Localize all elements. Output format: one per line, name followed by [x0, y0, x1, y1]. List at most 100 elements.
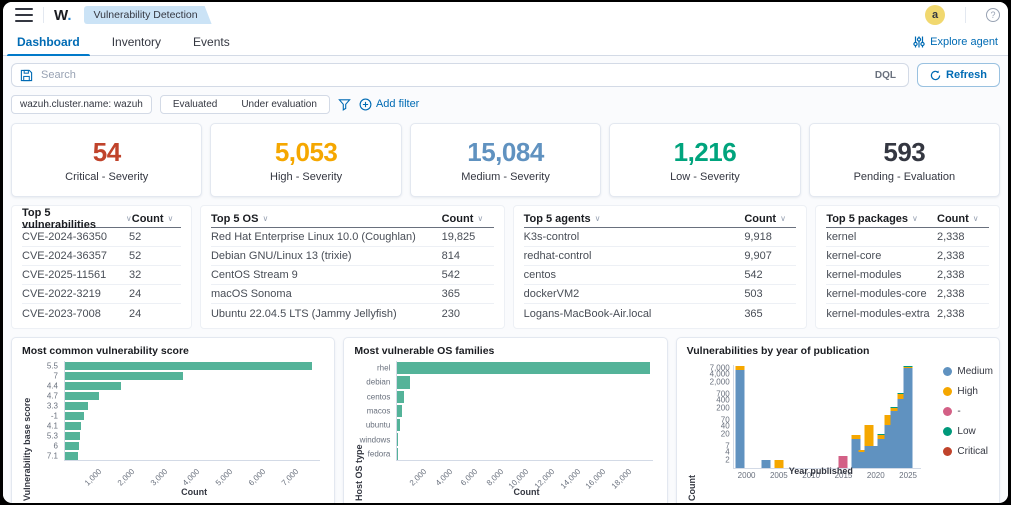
sort-caret-icon[interactable]: ∨: [477, 214, 483, 223]
row-name: Debian GNU/Linux 13 (trixie): [210, 250, 352, 262]
row-count: 365: [744, 307, 763, 320]
stacked-bar-2025: [903, 364, 913, 468]
row-name: dockerVM2: [523, 288, 580, 300]
sort-caret-icon[interactable]: ∨: [595, 214, 601, 223]
stat-value: 593: [883, 137, 926, 167]
table-row: CVE-2024-36350 52: [22, 228, 181, 247]
breadcrumb[interactable]: Vulnerability Detection: [84, 6, 212, 24]
help-icon[interactable]: ?: [986, 8, 1000, 22]
row-count: 52: [128, 231, 142, 243]
row-name: CVE-2023-7008: [22, 307, 101, 320]
legend-dot: [943, 367, 953, 376]
row-count: 24: [128, 288, 142, 300]
bar-4.4: [65, 382, 121, 390]
explore-agent-button[interactable]: Explore agent: [913, 28, 998, 55]
menu-icon[interactable]: [15, 8, 33, 22]
row-name: CVE-2024-36350: [22, 231, 108, 243]
bar-6: [65, 442, 79, 450]
legend-item-High[interactable]: High: [943, 386, 993, 397]
row-count: 2,338: [937, 307, 965, 320]
y-tick-label: 3.3: [46, 401, 58, 411]
stat-card-medium[interactable]: 15,084 Medium - Severity: [409, 123, 602, 197]
table-header[interactable]: Top 5 agents ∨ Count ∨: [523, 210, 797, 228]
table-row: Logans-MacBook-Air.local 365: [524, 304, 797, 323]
save-query-icon[interactable]: [20, 69, 33, 82]
row-count: 2,338: [937, 250, 965, 262]
filter-pill-cluster[interactable]: wazuh.cluster.name: wazuh: [11, 94, 152, 114]
legend-label: Low: [957, 426, 976, 437]
legend-item-Medium[interactable]: Medium: [943, 366, 993, 377]
table-header[interactable]: Top 5 OS ∨ Count ∨: [210, 210, 494, 228]
stat-value: 15,084: [467, 137, 544, 167]
row-name: CVE-2022-3219: [22, 288, 101, 300]
y-tick-label: 7,000: [709, 363, 730, 373]
row-name: CVE-2025-11561: [22, 269, 107, 281]
filter-pill-evaluated[interactable]: Evaluated: [160, 95, 230, 113]
add-filter-button[interactable]: Add filter: [359, 98, 419, 111]
avatar[interactable]: a: [925, 5, 945, 25]
table-row: dockerVM2 503: [523, 285, 797, 304]
legend-item-Low[interactable]: Low: [943, 426, 993, 437]
stacked-bar-2005: [774, 364, 784, 468]
sort-caret-icon[interactable]: ∨: [780, 214, 786, 223]
filter-funnel-icon[interactable]: [338, 98, 351, 111]
stat-value: 5,053: [274, 137, 338, 167]
y-tick-label: 5.3: [46, 431, 58, 441]
stat-card-high[interactable]: 5,053 High - Severity: [210, 123, 402, 197]
table-row: centos 542: [523, 266, 797, 285]
legend-item-Critical[interactable]: Critical: [943, 446, 993, 457]
y-tick-label: -1: [50, 411, 58, 421]
table-row: Red Hat Enterprise Linux 10.0 (Coughlan)…: [210, 228, 494, 247]
tab-dashboard[interactable]: Dashboard: [7, 28, 90, 56]
top-bar: W. Vulnerability Detection a ?: [3, 2, 1008, 28]
x-tick-label: 6,000: [459, 467, 480, 488]
tab-bar: Dashboard Inventory Events Explore agent: [3, 28, 1008, 56]
legend-item--[interactable]: -: [943, 406, 993, 417]
table-row: macOS Sonoma 365: [210, 285, 494, 304]
search-input[interactable]: [41, 69, 863, 81]
refresh-button[interactable]: Refresh: [917, 63, 1000, 87]
stat-card-low[interactable]: 1,216 Low - Severity: [609, 123, 801, 197]
legend-dot: [943, 447, 953, 456]
y-tick-label: macos: [366, 406, 391, 416]
row-name: kernel-modules-core: [826, 288, 927, 300]
filter-pill-under-evaluation[interactable]: Under evaluation: [229, 95, 329, 113]
legend-dot: [943, 407, 953, 416]
plus-circle-icon: [359, 98, 372, 110]
stat-card-pending[interactable]: 593 Pending - Evaluation: [808, 123, 1001, 197]
table-row: CVE-2023-7008 24: [22, 304, 181, 323]
row-name: CentOS Stream 9: [210, 269, 298, 281]
x-tick-label: 1,000: [82, 467, 104, 488]
x-axis-title: Count: [181, 487, 208, 497]
y-tick-label: centos: [366, 392, 391, 402]
sort-caret-icon[interactable]: ∨: [912, 214, 918, 223]
x-tick-label: 6,000: [247, 467, 268, 488]
bar-3.3: [65, 402, 88, 410]
y-tick-label: rhel: [376, 363, 391, 373]
chart-year-publication-panel: Vulnerabilities by year of publication C…: [675, 337, 1000, 503]
query-language-button[interactable]: DQL: [871, 70, 900, 81]
x-tick-label: 2,000: [407, 467, 429, 488]
table-row: CVE-2025-11561 32: [22, 266, 181, 285]
x-tick-label: 7,000: [279, 467, 301, 488]
legend-label: Critical: [957, 446, 988, 457]
sort-caret-icon[interactable]: ∨: [973, 214, 979, 223]
bar--1: [65, 412, 84, 420]
tab-events[interactable]: Events: [189, 28, 234, 55]
row-count: 2,338: [937, 231, 965, 243]
wazuh-logo[interactable]: W.: [54, 7, 72, 24]
table-header[interactable]: Top 5 packages ∨ Count ∨: [826, 210, 989, 228]
sort-caret-icon[interactable]: ∨: [168, 214, 174, 223]
hbar-chart-vulnerability-score: 5.5 7 4.4 4.7 3.3 -1 4.1 5.3 6 7.1 1,000 2,000 3,000…: [32, 361, 324, 501]
row-name: centos: [523, 269, 557, 281]
top5-packages-panel: Top 5 packages ∨ Count ∨ kernel 2,338 kernel…: [815, 205, 1000, 329]
bar-macos: [397, 404, 403, 418]
table-header[interactable]: Top 5 vulnerabilities ∨ Count ∨: [22, 207, 181, 231]
chart-vulnerability-score-panel: Most common vulnerability score Vulnerab…: [11, 337, 336, 503]
row-count: 32: [128, 269, 142, 281]
stat-value: 1,216: [673, 137, 737, 167]
tab-inventory[interactable]: Inventory: [108, 28, 165, 55]
y-tick-label: 4.1: [46, 421, 58, 431]
stat-card-critical[interactable]: 54 Critical - Severity: [11, 123, 203, 197]
sort-caret-icon[interactable]: ∨: [262, 214, 268, 223]
